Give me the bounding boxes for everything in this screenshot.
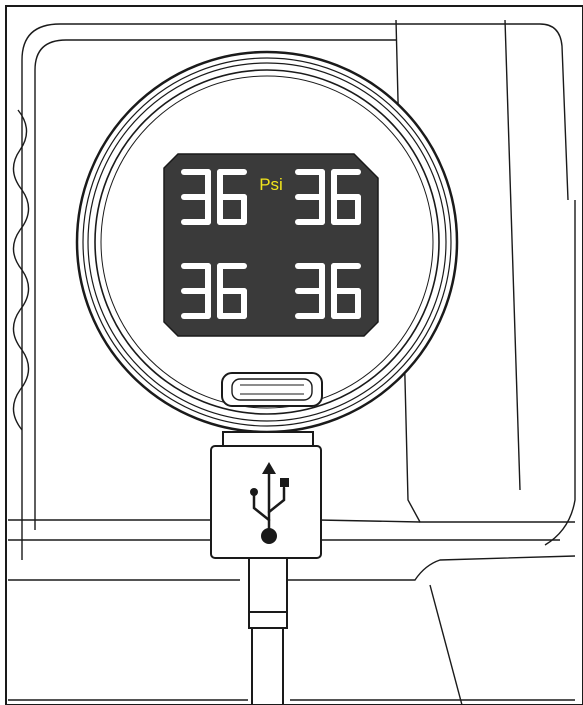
tpms-illustration: Psi xyxy=(5,5,583,705)
unit-label: Psi xyxy=(259,175,283,194)
usb-plug xyxy=(210,445,322,559)
mode-button[interactable] xyxy=(221,372,323,407)
tpms-monitor xyxy=(75,50,459,434)
